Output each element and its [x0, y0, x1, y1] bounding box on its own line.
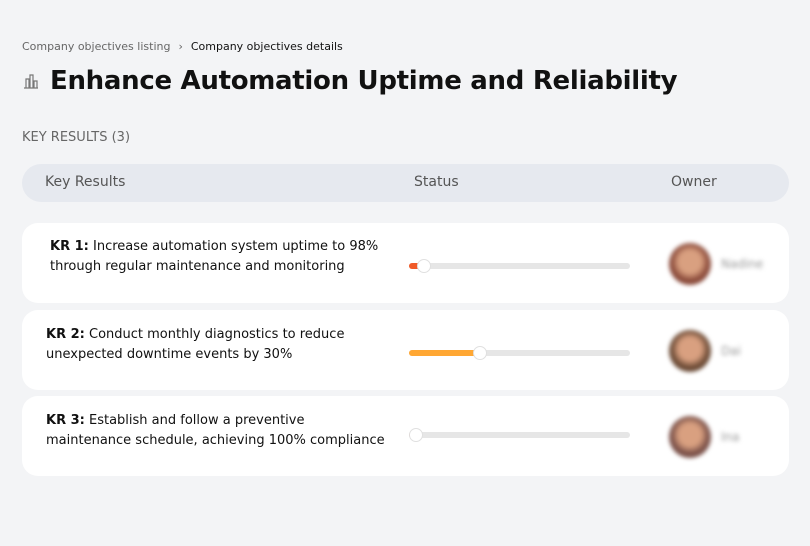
- key-result-description: KR 1: Increase automation system uptime …: [50, 237, 390, 277]
- key-result-row[interactable]: KR 1: Increase automation system uptime …: [22, 223, 789, 303]
- owner-name: Ina: [721, 430, 740, 444]
- column-owner: Owner: [671, 174, 717, 190]
- progress-bar: [408, 428, 630, 442]
- key-result-label: KR 2:: [46, 327, 85, 342]
- key-result-row[interactable]: KR 3: Establish and follow a preventive …: [22, 396, 789, 476]
- key-result-text: Increase automation system uptime to 98%…: [50, 239, 379, 274]
- owner-avatar: [669, 416, 711, 458]
- breadcrumb-current: Company objectives details: [190, 40, 343, 53]
- column-key-results: Key Results: [45, 174, 126, 190]
- building-chart-icon: [24, 74, 38, 89]
- key-results-count: KEY RESULTS (3): [22, 130, 131, 145]
- key-result-row[interactable]: KR 2: Conduct monthly diagnostics to red…: [22, 310, 789, 390]
- key-result-description: KR 3: Establish and follow a preventive …: [46, 411, 386, 451]
- owner-avatar: [669, 243, 711, 285]
- breadcrumb: Company objectives listing › Company obj…: [22, 40, 343, 53]
- progress-thumb[interactable]: [408, 428, 423, 442]
- breadcrumb-parent-link[interactable]: Company objectives listing: [22, 40, 170, 53]
- page-title: Enhance Automation Uptime and Reliabilit…: [50, 66, 678, 96]
- owner-name: Nadine: [721, 257, 764, 271]
- key-result-label: KR 3:: [46, 413, 85, 428]
- progress-bar: [409, 259, 630, 273]
- progress-thumb[interactable]: [472, 346, 487, 360]
- owner-name: Dai: [721, 344, 741, 358]
- key-result-label: KR 1:: [50, 239, 89, 254]
- column-status: Status: [414, 174, 459, 190]
- progress-fill: [409, 350, 480, 356]
- table-header: Key Results Status Owner: [22, 164, 789, 202]
- progress-thumb[interactable]: [417, 259, 432, 273]
- key-result-description: KR 2: Conduct monthly diagnostics to red…: [46, 325, 386, 365]
- progress-bar: [409, 346, 630, 360]
- key-result-text: Establish and follow a preventive mainte…: [46, 413, 385, 448]
- owner-avatar: [669, 330, 711, 372]
- breadcrumb-separator: ›: [178, 40, 183, 53]
- key-result-text: Conduct monthly diagnostics to reduce un…: [46, 327, 345, 362]
- page-header: Enhance Automation Uptime and Reliabilit…: [22, 66, 678, 96]
